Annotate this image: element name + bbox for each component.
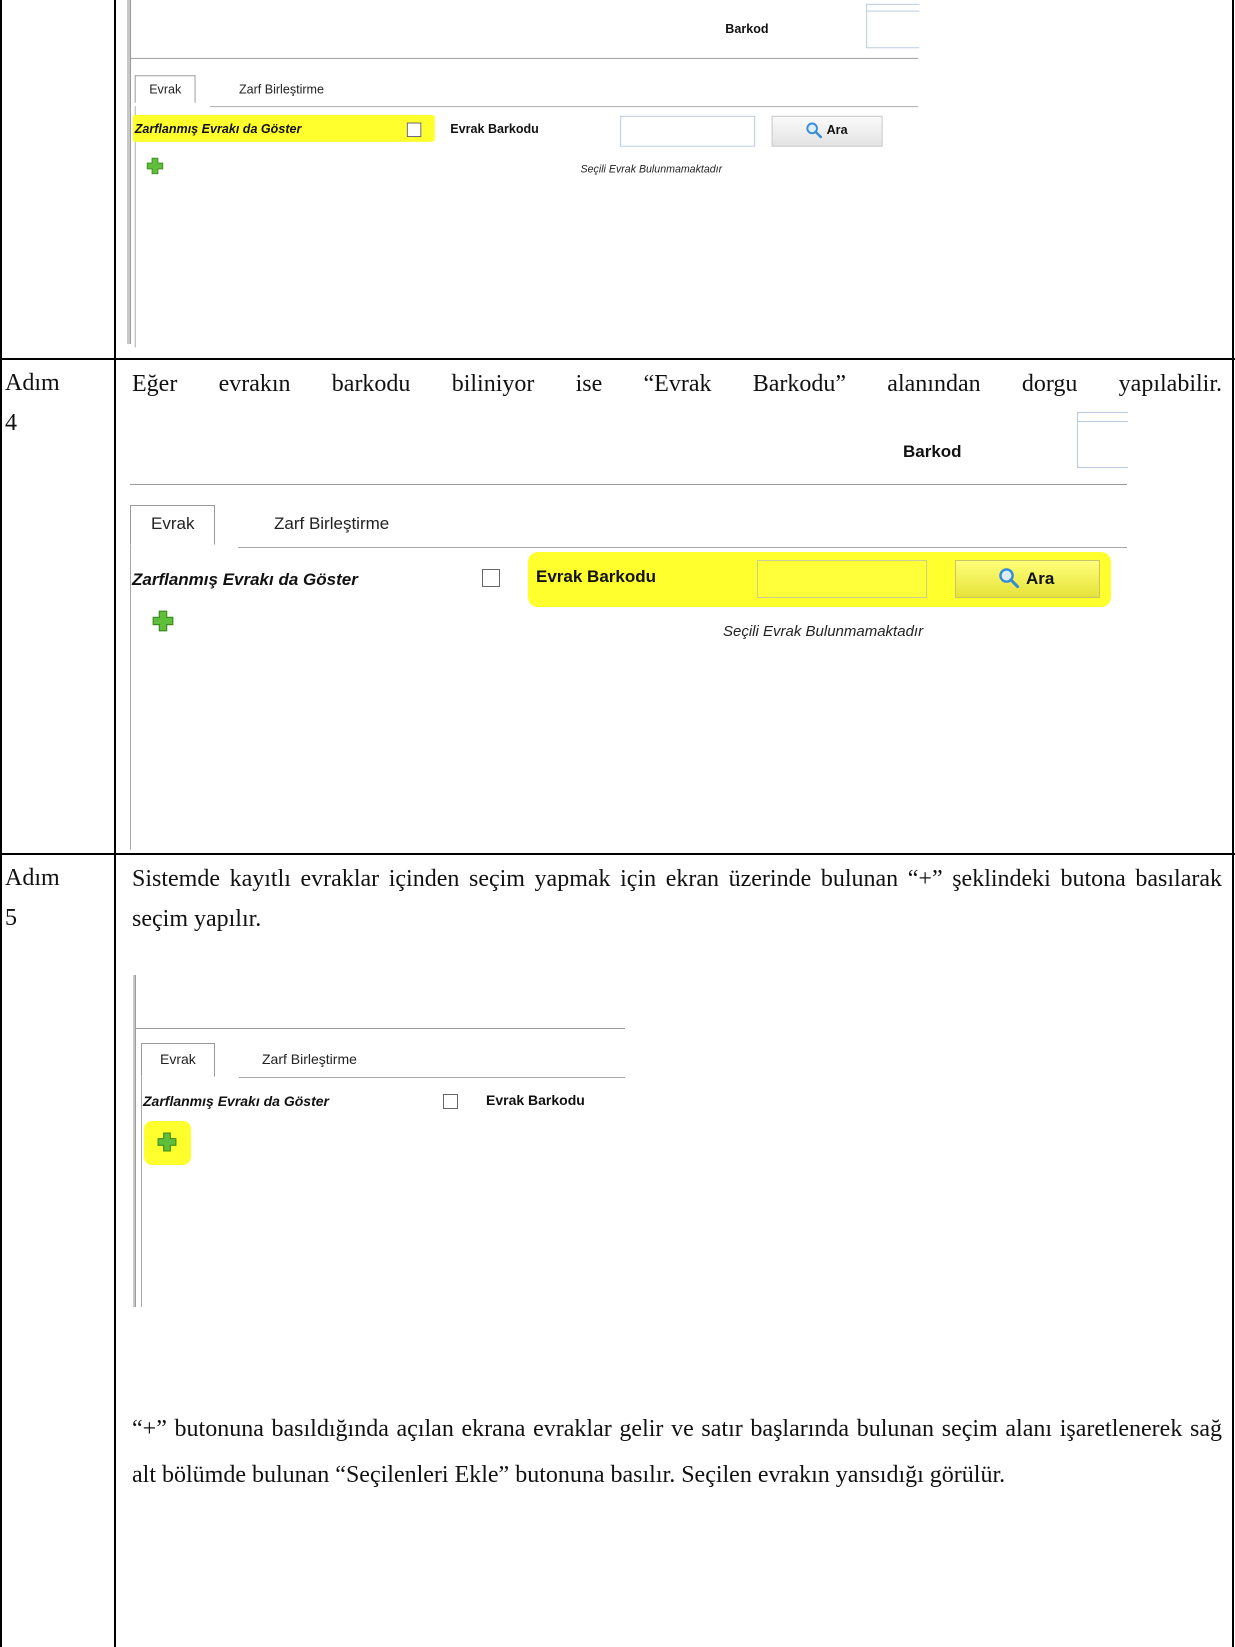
magnifier-icon (999, 568, 1020, 589)
tab-evrak-label: Evrak (151, 514, 195, 533)
show-enveloped-label: Zarflanmış Evrakı da Göster (143, 1093, 329, 1109)
row-divider-1 (0, 358, 1235, 360)
tab-zarf-birlestirme[interactable]: Zarf Birleştirme (256, 506, 407, 542)
table-right-border (1232, 0, 1234, 1647)
barcode-field-input[interactable] (757, 560, 927, 598)
table-left-border (0, 0, 2, 1647)
step-4-label-line1: Adım (5, 370, 60, 396)
screenshot-step5: Evrak Zarf Birleştirme Zarflanmış Evrakı… (133, 975, 625, 1307)
add-icon[interactable] (157, 1132, 177, 1152)
show-enveloped-checkbox[interactable] (443, 1094, 458, 1109)
show-enveloped-checkbox[interactable] (482, 569, 500, 587)
table-column-divider (114, 0, 116, 1647)
tab-zarf-label: Zarf Birleştirme (238, 82, 324, 97)
step-4-label-line2: 4 (5, 410, 17, 436)
show-enveloped-label: Zarflanmış Evrakı da Göster (132, 570, 358, 589)
barcode-field-label: Evrak Barkodu (450, 121, 539, 137)
tab-strip-line (238, 547, 1127, 548)
screenshot-step3: Barkod Evrak Zarf Birleştirme Zarflanmış… (127, 0, 920, 348)
header-separator (129, 57, 919, 59)
header-separator (136, 1028, 625, 1029)
barcode-label: Barkod (903, 442, 962, 461)
add-icon[interactable] (152, 610, 174, 632)
barcode-input[interactable] (1077, 412, 1128, 468)
empty-message: Seçili Evrak Bulunmamaktadır (723, 623, 924, 640)
tab-strip-line (209, 106, 919, 108)
header-separator (130, 484, 1127, 485)
tab-evrak[interactable]: Evrak (141, 1043, 215, 1077)
tab-evrak-label: Evrak (160, 1051, 196, 1067)
tab-evrak[interactable]: Evrak (134, 75, 196, 104)
search-button-label: Ara (826, 122, 848, 138)
add-icon[interactable] (146, 157, 164, 175)
tab-zarf-label: Zarf Birleştirme (274, 514, 390, 533)
panel-left-border (134, 106, 136, 348)
window-edge (130, 542, 131, 850)
show-enveloped-label: Zarflanmış Evrakı da Göster (134, 121, 302, 137)
tab-zarf-label: Zarf Birleştirme (262, 1051, 357, 1067)
step-5-label-line1: Adım (5, 865, 60, 891)
search-button[interactable]: Ara (955, 560, 1100, 598)
tab-zarf-birlestirme[interactable]: Zarf Birleştirme (248, 1044, 371, 1074)
tab-zarf-birlestirme[interactable]: Zarf Birleştirme (225, 75, 337, 103)
magnifier-icon (806, 122, 823, 139)
row-divider-2 (0, 853, 1235, 855)
screenshot-step4: Barkod Evrak Zarf Birleştirme Zarflanmış… (130, 412, 1227, 850)
step-5-text-after: “+” butonuna basıldığında açılan ekrana … (132, 1416, 1222, 1488)
barcode-field-label: Evrak Barkodu (536, 567, 656, 586)
search-button-label: Ara (1026, 569, 1055, 588)
step-5-text: Sistemde kayıtlı evraklar içinden seçim … (132, 866, 1222, 932)
tab-evrak[interactable]: Evrak (130, 505, 216, 545)
empty-message: Seçili Evrak Bulunmamaktadır (580, 164, 723, 176)
panel-left-border (141, 1077, 142, 1307)
step-5-label-line2: 5 (5, 905, 17, 931)
tab-evrak-label: Evrak (149, 82, 182, 97)
window-edge (133, 975, 136, 1307)
show-enveloped-checkbox[interactable] (406, 122, 422, 138)
step-4-text: Eğer evrakın barkodu biliniyor ise “Evra… (132, 371, 1222, 397)
barcode-label: Barkod (725, 21, 769, 36)
barcode-field-label: Evrak Barkodu (486, 1092, 585, 1108)
search-button[interactable]: Ara (771, 115, 883, 147)
barcode-input[interactable] (866, 3, 920, 49)
tab-strip-line (239, 1077, 625, 1078)
barcode-field-input[interactable] (620, 115, 756, 147)
